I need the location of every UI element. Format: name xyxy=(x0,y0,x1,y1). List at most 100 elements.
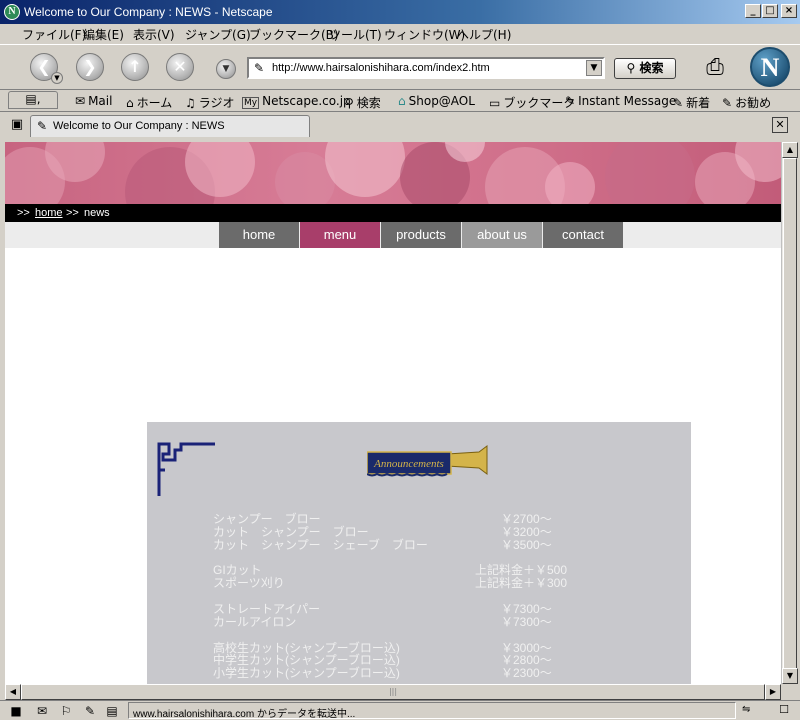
search-icon: ⚲ xyxy=(626,61,636,75)
personal-toolbar: ▤, ✉ Mail ⌂ ホーム ♫ ラジオ My Netscape.co.jp ⚲ 検索 … xyxy=(0,90,800,112)
url-bar[interactable]: ✎ http://www.hairsalonishihara.com/index… xyxy=(247,57,605,79)
service-price: 上記料金＋￥300 xyxy=(475,576,568,591)
bookmark-shop[interactable]: ⌂ Shop@AOL xyxy=(398,94,475,108)
service-name: カールアイロン xyxy=(213,614,297,629)
bookmark-home[interactable]: ⌂ ホーム xyxy=(126,94,172,111)
price-row: ストレートアイパー ￥7300〜 xyxy=(213,603,633,615)
tab-active[interactable]: ✎ Welcome to Our Company : NEWS xyxy=(30,115,310,137)
bookmark-label: ホーム xyxy=(136,96,173,110)
service-price: ￥7300〜 xyxy=(501,614,552,629)
menu-view[interactable]: 表示(V) xyxy=(133,26,175,43)
online-status-icon[interactable]: ⇋ xyxy=(742,704,772,718)
title-bar: N Welcome to Our Company : NEWS - Netsca… xyxy=(0,0,800,24)
netscape-status-icon[interactable]: ■ xyxy=(8,703,24,719)
security-lock-icon[interactable]: ☐ xyxy=(776,703,792,719)
nav-about-us[interactable]: about us xyxy=(462,222,542,248)
horizontal-scrollbar[interactable]: ◀ ||| ▶ xyxy=(5,684,781,700)
service-price: ￥2700〜 xyxy=(501,512,552,526)
tab-label: Welcome to Our Company : NEWS xyxy=(53,120,225,132)
service-price: ￥3200〜 xyxy=(501,524,552,539)
bookmark-netscape[interactable]: My Netscape.co.jp xyxy=(242,94,351,109)
back-dropdown-icon[interactable]: ▼ xyxy=(51,72,63,84)
header-banner xyxy=(5,142,781,204)
bookmark-instant-message[interactable]: ✎ Instant Message xyxy=(565,94,676,108)
menu-edit[interactable]: 編集(E) xyxy=(83,26,124,43)
close-tab-button[interactable]: ✕ xyxy=(772,117,788,133)
page-proxy-icon[interactable]: ✎ xyxy=(254,61,264,75)
url-dropdown-icon[interactable]: ▼ xyxy=(586,60,602,76)
url-input[interactable]: http://www.hairsalonishihara.com/index2.… xyxy=(272,62,490,74)
nav-contact[interactable]: contact xyxy=(543,222,623,248)
service-price: ￥3000〜 xyxy=(501,640,552,655)
bookmark-radio[interactable]: ♫ ラジオ xyxy=(185,94,235,111)
bookmark-folder-icon: ▭ xyxy=(489,96,501,110)
bookmark-icon: ✎ xyxy=(565,94,576,108)
new-tab-icon[interactable]: ▣ xyxy=(8,117,26,135)
chevron-down-icon: ▼ xyxy=(222,64,230,74)
aim-status-icon[interactable]: ⚐ xyxy=(58,703,74,719)
bookmark-search[interactable]: ⚲ 検索 xyxy=(345,94,381,111)
bookmark-label: Netscape.co.jp xyxy=(262,94,351,108)
netscape-logo[interactable]: N xyxy=(750,47,790,87)
menu-window[interactable]: ウィンドウ(W) xyxy=(384,26,465,43)
corner-ornament-icon xyxy=(157,442,215,496)
stop-button[interactable]: ✕ xyxy=(166,53,194,81)
status-text: www.hairsalonishihara.com からデータを転送中... xyxy=(128,702,736,719)
search-button[interactable]: ⚲ 検索 xyxy=(614,58,676,79)
search-button-label: 検索 xyxy=(639,61,664,75)
menu-go[interactable]: ジャンプ(G) xyxy=(185,26,251,43)
bookmark-label: 新着 xyxy=(686,96,711,110)
nav-home[interactable]: home xyxy=(219,222,299,248)
toolbar-grip[interactable]: ▤, xyxy=(8,91,58,109)
menu-bookmarks[interactable]: ブックマーク(B) xyxy=(249,26,339,43)
menu-tools[interactable]: ツール(T) xyxy=(329,26,382,43)
bookmark-label: Shop@AOL xyxy=(408,94,475,108)
bookmark-label: 検索 xyxy=(356,96,381,110)
vertical-scrollbar[interactable]: ▲ ▼ xyxy=(781,142,798,684)
reload-icon: ↑ xyxy=(128,57,142,76)
addressbook-status-icon[interactable]: ▤ xyxy=(104,703,120,719)
minimize-button[interactable]: _ xyxy=(745,4,761,18)
envelope-icon: ✉ xyxy=(75,94,86,108)
url-history-button[interactable]: ▼ xyxy=(216,59,236,79)
my-netscape-icon: My xyxy=(242,97,260,109)
print-icon[interactable]: ⎙ xyxy=(698,55,732,81)
back-button[interactable]: ❮ ▼ xyxy=(30,53,63,84)
scroll-left-icon[interactable]: ◀ xyxy=(5,684,21,700)
scroll-right-icon[interactable]: ▶ xyxy=(765,684,781,700)
composer-status-icon[interactable]: ✎ xyxy=(82,703,98,719)
service-name: 小学生カット(シャンプーブロー込) xyxy=(213,666,400,681)
nav-menu[interactable]: menu xyxy=(300,222,380,248)
mail-status-icon[interactable]: ✉ xyxy=(34,703,50,719)
price-row: 小学生カット(シャンプーブロー込) ￥2300〜 xyxy=(213,667,633,679)
service-name: ストレートアイパー xyxy=(213,602,321,616)
bookmark-label: Mail xyxy=(88,94,113,108)
status-bar: ■ ✉ ⚐ ✎ ▤ www.hairsalonishihara.com からデー… xyxy=(0,700,800,720)
bookmark-recommended[interactable]: ✎ お勧め xyxy=(722,94,771,111)
menu-file[interactable]: ファイル(F) xyxy=(22,26,86,43)
nav-products[interactable]: products xyxy=(381,222,461,248)
maximize-button[interactable]: □ xyxy=(762,4,778,18)
forward-button[interactable]: ❯ xyxy=(76,53,104,81)
reload-button[interactable]: ↑ xyxy=(121,53,149,81)
vertical-scroll-thumb[interactable] xyxy=(783,158,797,670)
scroll-up-icon[interactable]: ▲ xyxy=(782,142,798,158)
service-price: ￥2800〜 xyxy=(501,653,552,668)
scroll-down-icon[interactable]: ▼ xyxy=(782,668,798,684)
home-icon: ⌂ xyxy=(126,96,134,110)
service-price: ￥7300〜 xyxy=(501,602,552,616)
bookmark-folder[interactable]: ▭ ブックマーク xyxy=(489,94,575,111)
bookmark-icon: ✎ xyxy=(673,96,684,110)
breadcrumb-home-link[interactable]: home xyxy=(35,207,63,219)
site-nav: home menu products about us contact xyxy=(5,222,781,248)
service-price: ￥2300〜 xyxy=(501,666,552,681)
navigation-toolbar: ❮ ▼ ❯ ↑ ✕ ▼ ✎ http://www.hairsalonishiha… xyxy=(0,44,800,90)
menu-help[interactable]: ヘルプ(H) xyxy=(457,26,511,43)
close-button[interactable]: × xyxy=(781,4,797,18)
browser-window: N Welcome to Our Company : NEWS - Netsca… xyxy=(0,0,800,720)
bookmark-new[interactable]: ✎ 新着 xyxy=(673,94,710,111)
horizontal-scroll-thumb[interactable]: ||| xyxy=(21,684,765,700)
bookmark-mail[interactable]: ✉ Mail xyxy=(75,94,112,108)
service-name: GIカット xyxy=(213,563,262,578)
service-name: スポーツ刈り xyxy=(213,576,285,591)
